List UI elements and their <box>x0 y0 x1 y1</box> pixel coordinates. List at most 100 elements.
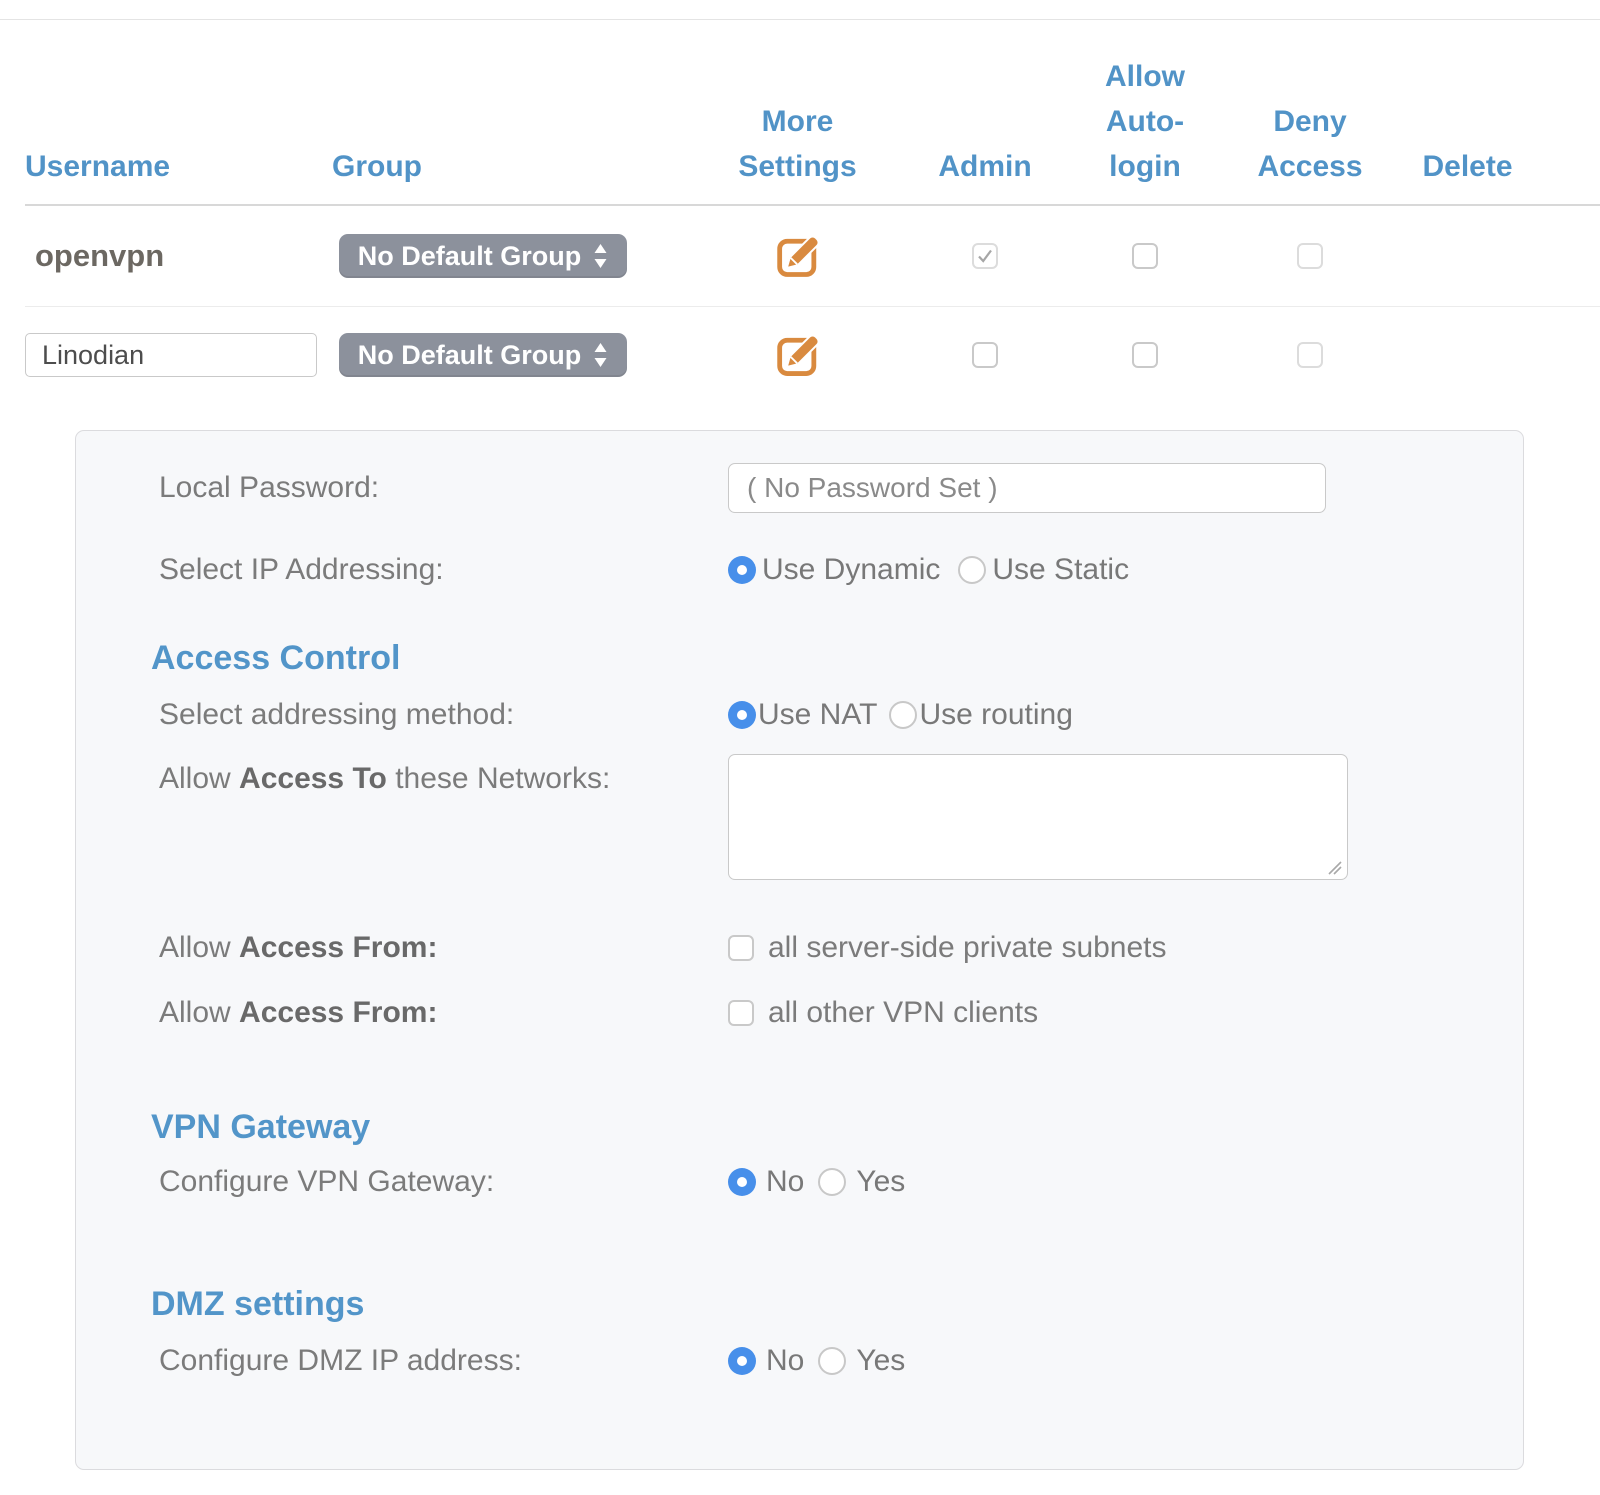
header-line: login <box>1075 144 1215 189</box>
radio-label-yes[interactable]: Yes <box>856 1165 905 1199</box>
radio-label-use-dynamic[interactable]: Use Dynamic <box>762 553 940 587</box>
autologin-cell <box>1075 342 1215 368</box>
radio-dot <box>737 1177 747 1187</box>
radio-use-dynamic[interactable] <box>728 556 756 584</box>
label-text: Allow <box>159 762 239 795</box>
table-row: No Default Group <box>25 307 1600 403</box>
addressing-method-label: Select addressing method: <box>76 698 728 732</box>
deny-access-checkbox[interactable] <box>1297 342 1323 368</box>
radio-label-no[interactable]: No <box>766 1165 804 1199</box>
group-select-value: No Default Group <box>358 241 582 272</box>
edit-pencil-icon <box>773 330 823 380</box>
access-from-row: Allow Access From: all other VPN clients <box>76 996 1523 1030</box>
dmz-settings-heading: DMZ settings <box>151 1285 1523 1324</box>
more-settings-button[interactable] <box>773 231 823 281</box>
col-header-delete: Delete <box>1405 144 1530 189</box>
header-line: Access <box>1215 144 1405 189</box>
radio-label-no[interactable]: No <box>766 1344 804 1378</box>
edit-pencil-icon <box>773 231 823 281</box>
more-settings-cell <box>700 330 895 380</box>
configure-dmz-label: Configure DMZ IP address: <box>76 1344 728 1378</box>
label-text-bold: Access To <box>239 762 387 795</box>
checkbox-label[interactable]: all server-side private subnets <box>768 931 1167 965</box>
col-header-deny-access: Deny Access <box>1215 99 1405 189</box>
vpn-gateway-heading: VPN Gateway <box>151 1108 1523 1147</box>
access-from-private-subnets-checkbox[interactable] <box>728 935 754 961</box>
label-text: these Networks: <box>387 762 610 795</box>
table-header-row: Username Group More Settings Admin Allow… <box>25 20 1600 206</box>
user-settings-panel: Local Password: Select IP Addressing: Us… <box>75 430 1524 1470</box>
radio-use-static[interactable] <box>958 556 986 584</box>
local-password-label: Local Password: <box>76 471 728 505</box>
access-to-networks-row: Allow Access To these Networks: <box>76 754 1523 885</box>
col-header-group: Group <box>332 144 700 189</box>
radio-use-routing[interactable] <box>889 701 917 729</box>
more-settings-button[interactable] <box>773 330 823 380</box>
access-control-heading: Access Control <box>151 639 1523 678</box>
select-arrows-icon <box>593 243 608 269</box>
username-cell: openvpn <box>25 238 332 274</box>
admin-cell <box>895 243 1075 269</box>
label-text-bold: Access From: <box>239 996 437 1029</box>
group-cell: No Default Group <box>332 234 700 278</box>
radio-use-nat[interactable] <box>728 701 756 729</box>
deny-cell <box>1215 342 1405 368</box>
admin-checkbox[interactable] <box>972 342 998 368</box>
radio-dmz-yes[interactable] <box>818 1347 846 1375</box>
radio-label-use-static[interactable]: Use Static <box>992 553 1129 587</box>
radio-dot <box>737 710 747 720</box>
ip-addressing-label: Select IP Addressing: <box>76 553 728 587</box>
access-from-row: Allow Access From: all server-side priva… <box>76 931 1523 965</box>
radio-label-yes[interactable]: Yes <box>856 1344 905 1378</box>
col-header-username: Username <box>25 144 332 189</box>
access-from-label: Allow Access From: <box>76 931 728 965</box>
access-to-networks-textarea[interactable] <box>728 754 1348 880</box>
new-username-input[interactable] <box>25 333 317 377</box>
group-select[interactable]: No Default Group <box>339 333 627 377</box>
radio-label-use-routing[interactable]: Use routing <box>919 698 1072 732</box>
admin-checkbox[interactable] <box>972 243 998 269</box>
access-to-networks-label: Allow Access To these Networks: <box>76 754 728 796</box>
local-password-input[interactable] <box>728 463 1326 513</box>
header-line: Allow <box>1075 54 1215 99</box>
user-permissions-page: Username Group More Settings Admin Allow… <box>0 19 1600 1470</box>
deny-access-checkbox[interactable] <box>1297 243 1323 269</box>
group-cell: No Default Group <box>332 333 700 377</box>
select-arrows-icon <box>593 342 608 368</box>
col-header-allow-autologin: Allow Auto- login <box>1075 54 1215 189</box>
local-password-row: Local Password: <box>76 431 1523 513</box>
header-line: Settings <box>700 144 895 189</box>
table-row: openvpn No Default Group <box>25 206 1600 307</box>
checkbox-label[interactable]: all other VPN clients <box>768 996 1038 1030</box>
more-settings-cell <box>700 231 895 281</box>
configure-vpn-gateway-label: Configure VPN Gateway: <box>76 1165 728 1199</box>
radio-dmz-no[interactable] <box>728 1347 756 1375</box>
radio-vpn-gateway-yes[interactable] <box>818 1168 846 1196</box>
header-line: Deny <box>1215 99 1405 144</box>
check-icon <box>975 246 995 266</box>
radio-label-use-nat[interactable]: Use NAT <box>758 698 877 732</box>
ip-addressing-row: Select IP Addressing: Use Dynamic Use St… <box>76 553 1523 587</box>
autologin-cell <box>1075 243 1215 269</box>
allow-autologin-checkbox[interactable] <box>1132 243 1158 269</box>
username-text: openvpn <box>35 238 164 274</box>
admin-cell <box>895 342 1075 368</box>
user-permissions-table: Username Group More Settings Admin Allow… <box>0 19 1600 403</box>
allow-autologin-checkbox[interactable] <box>1132 342 1158 368</box>
username-cell <box>25 333 332 377</box>
header-line: More <box>700 99 895 144</box>
col-header-admin: Admin <box>895 144 1075 189</box>
radio-vpn-gateway-no[interactable] <box>728 1168 756 1196</box>
col-header-more-settings: More Settings <box>700 99 895 189</box>
label-text: Allow <box>159 931 239 964</box>
radio-dot <box>737 565 747 575</box>
header-line: Auto- <box>1075 99 1215 144</box>
group-select[interactable]: No Default Group <box>339 234 627 278</box>
access-from-label: Allow Access From: <box>76 996 728 1030</box>
access-from-vpn-clients-checkbox[interactable] <box>728 1000 754 1026</box>
configure-vpn-gateway-row: Configure VPN Gateway: No Yes <box>76 1165 1523 1199</box>
configure-dmz-row: Configure DMZ IP address: No Yes <box>76 1344 1523 1378</box>
group-select-value: No Default Group <box>358 340 582 371</box>
label-text: Allow <box>159 996 239 1029</box>
radio-dot <box>737 1356 747 1366</box>
